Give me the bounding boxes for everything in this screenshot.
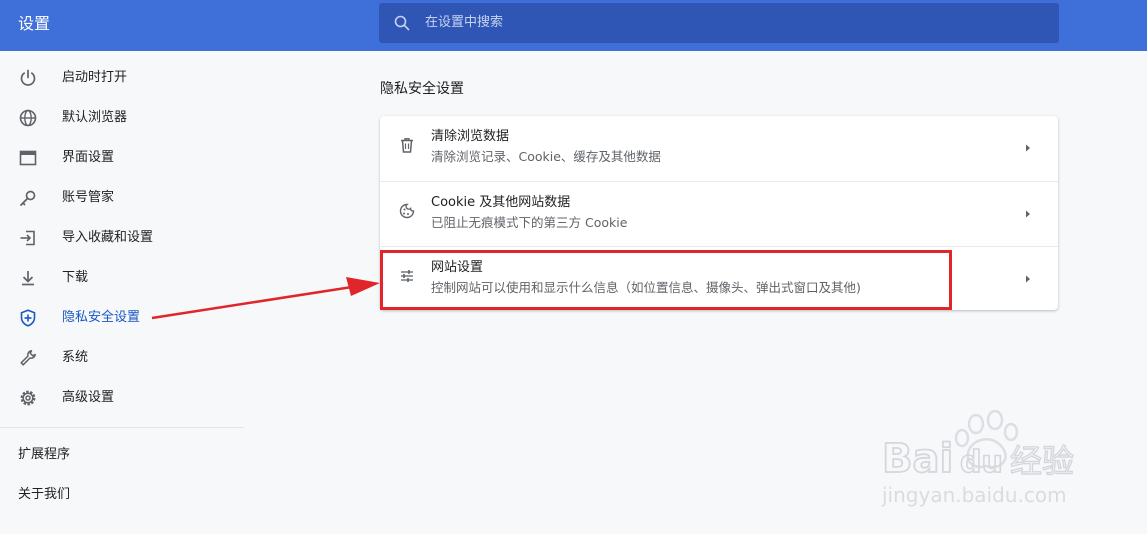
search-box[interactable]: 在设置中搜索 [379, 3, 1059, 43]
sidebar-item-privacy[interactable]: 隐私安全设置 [0, 298, 244, 338]
trash-icon [401, 138, 413, 153]
sidebar-item-label: 高级设置 [62, 390, 115, 405]
sidebar-item-system[interactable]: 系统 [0, 338, 244, 378]
privacy-settings-card: 清除浏览数据 清除浏览记录、Cookie、缓存及其他数据 Cookie 及其他网… [380, 116, 1058, 310]
download-icon [22, 271, 34, 286]
chevron-right-icon [1026, 275, 1030, 283]
sidebar-item-label: 下载 [62, 270, 89, 285]
chevron-right-icon [1026, 144, 1030, 152]
svg-text:jingyan.baidu.com: jingyan.baidu.com [881, 483, 1067, 507]
chevron-right-icon [1026, 210, 1030, 218]
gear-icon [20, 390, 36, 406]
search-input[interactable]: 在设置中搜索 [425, 14, 503, 32]
sidebar-item-label: 导入收藏和设置 [62, 230, 154, 245]
search-icon [394, 15, 410, 31]
sliders-icon [401, 270, 413, 282]
sidebar-item-label: 账号管家 [62, 190, 115, 205]
svg-text:Bai: Bai [882, 436, 953, 482]
section-title: 隐私安全设置 [380, 81, 464, 97]
row-subtitle: 已阻止无痕模式下的第三方 Cookie [431, 215, 628, 230]
sidebar-item-account[interactable]: 账号管家 [0, 178, 244, 218]
svg-text:经验: 经验 [1010, 442, 1074, 480]
import-icon [20, 230, 35, 246]
top-bar: 设置 在设置中搜索 [0, 0, 1147, 51]
site-settings-row[interactable]: 网站设置 控制网站可以使用和显示什么信息（如位置信息、摄像头、弹出式窗口及其他) [380, 246, 1058, 312]
row-title: Cookie 及其他网站数据 [431, 195, 571, 210]
sidebar-item-appearance[interactable]: 界面设置 [0, 138, 244, 178]
sidebar-item-startup[interactable]: 启动时打开 [0, 58, 244, 98]
baidu-jingyan-watermark: Bai du 经验 jingyan.baidu.com [881, 410, 1075, 507]
sidebar-item-label: 界面设置 [62, 150, 115, 165]
cookies-row[interactable]: Cookie 及其他网站数据 已阻止无痕模式下的第三方 Cookie [380, 181, 1058, 247]
sidebar-item-advanced[interactable]: 高级设置 [0, 378, 244, 418]
globe-icon [19, 109, 37, 127]
svg-text:du: du [960, 445, 1003, 480]
shield-icon [20, 309, 36, 327]
power-icon [20, 69, 36, 86]
row-subtitle: 控制网站可以使用和显示什么信息（如位置信息、摄像头、弹出式窗口及其他) [431, 280, 861, 295]
sidebar-item-downloads[interactable]: 下载 [0, 258, 244, 298]
sidebar-item-label: 启动时打开 [62, 70, 128, 85]
clear-browsing-data-row[interactable]: 清除浏览数据 清除浏览记录、Cookie、缓存及其他数据 [380, 116, 1058, 181]
sidebar-item-default-browser[interactable]: 默认浏览器 [0, 98, 244, 138]
row-subtitle: 清除浏览记录、Cookie、缓存及其他数据 [431, 149, 661, 164]
sidebar-item-label: 默认浏览器 [62, 110, 128, 125]
row-title: 清除浏览数据 [431, 129, 510, 144]
sidebar-divider [0, 427, 244, 428]
wrench-icon [20, 350, 36, 366]
sidebar-item-extensions[interactable]: 扩展程序 [18, 446, 70, 464]
row-title: 网站设置 [431, 260, 484, 275]
sidebar-item-about[interactable]: 关于我们 [18, 486, 70, 504]
sidebar-item-label: 系统 [62, 350, 89, 365]
key-icon [20, 190, 36, 206]
window-icon [19, 150, 37, 166]
sidebar-item-import[interactable]: 导入收藏和设置 [0, 218, 244, 258]
app-title: 设置 [18, 14, 51, 33]
sidebar-item-label: 隐私安全设置 [62, 310, 141, 325]
cookie-icon [399, 203, 415, 219]
